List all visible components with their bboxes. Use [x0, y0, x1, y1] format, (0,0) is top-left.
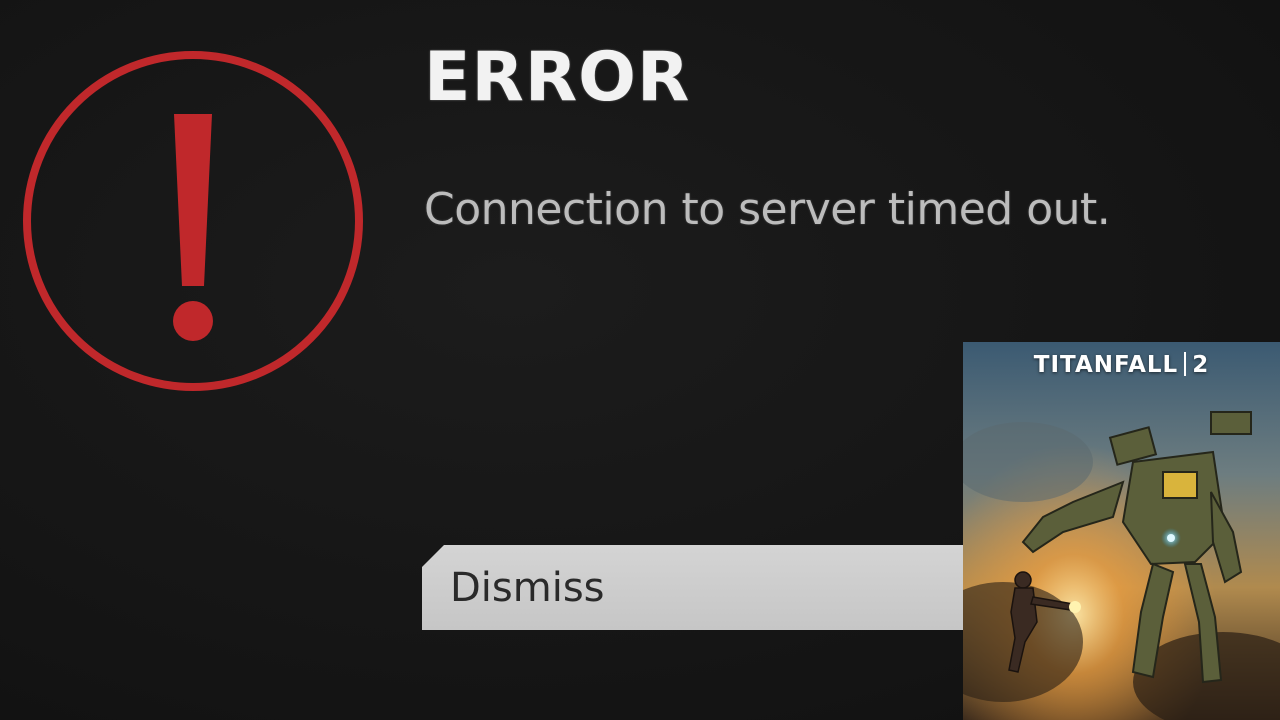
dismiss-button[interactable]: Dismiss: [422, 545, 1002, 630]
game-cover-art: TITANFALL 2: [963, 342, 1280, 720]
cover-title: TITANFALL 2: [963, 352, 1280, 378]
cover-title-divider: [1184, 352, 1187, 376]
cover-title-number: 2: [1192, 352, 1210, 378]
exclamation-circle-icon: [23, 51, 363, 391]
error-screen: ERROR Connection to server timed out. Di…: [0, 0, 1280, 720]
cover-title-name: TITANFALL: [1033, 352, 1179, 378]
error-title: ERROR: [424, 38, 691, 117]
cover-illustration: [963, 342, 1280, 720]
error-message: Connection to server timed out.: [424, 184, 1111, 235]
